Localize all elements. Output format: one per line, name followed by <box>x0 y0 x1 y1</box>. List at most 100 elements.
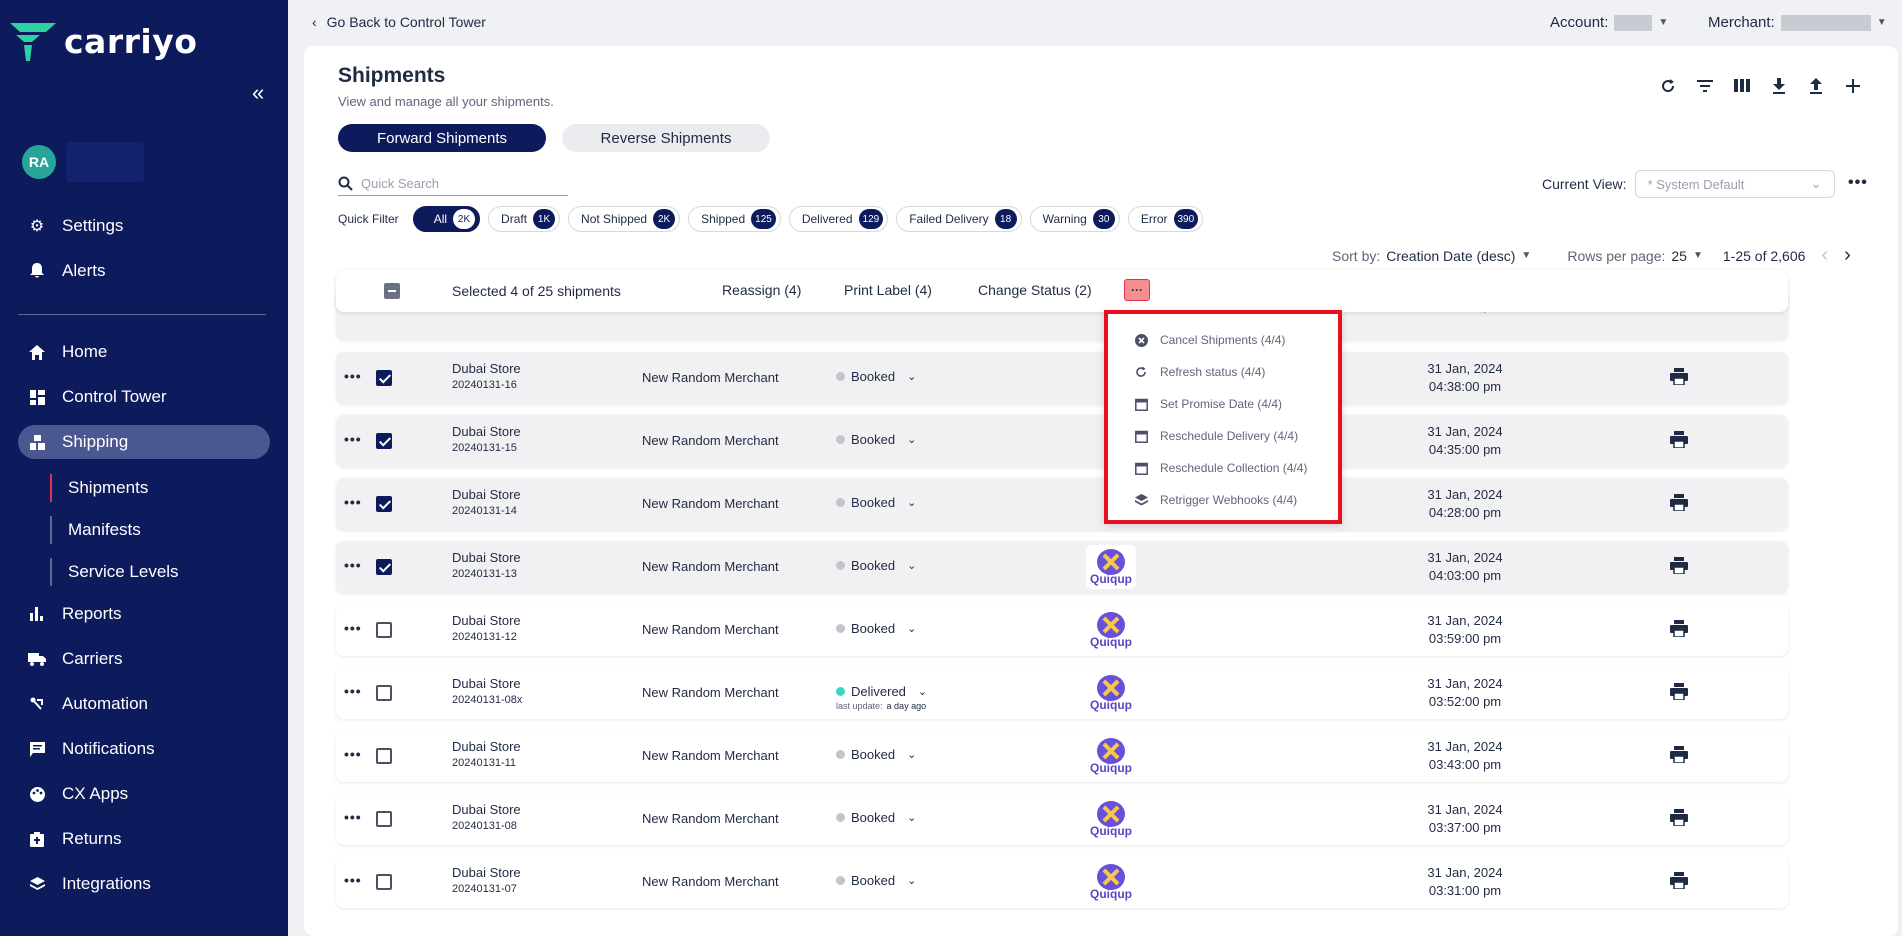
store-name[interactable]: Dubai Store <box>452 361 521 376</box>
chevron-down-icon[interactable]: ▼ <box>1693 250 1703 261</box>
row-actions-icon[interactable]: ••• <box>344 368 362 384</box>
shipment-id[interactable]: 20240131-08x <box>452 694 522 706</box>
filter-chip-warning[interactable]: Warning 30 <box>1029 206 1120 232</box>
table-row[interactable]: ••• Dubai Store 20240131-12 New Random Merc… <box>336 604 1788 656</box>
upload-icon[interactable] <box>1806 76 1825 95</box>
sidebar-item-shipping[interactable]: Shipping <box>18 425 270 459</box>
chevron-down-icon[interactable]: ▼ <box>1521 250 1531 261</box>
table-row[interactable]: ••• Dubai Store 20240131-08 New Random Merc… <box>336 793 1788 845</box>
menu-item-retrigger-webhooks[interactable]: Retrigger Webhooks (4/4) <box>1134 490 1297 510</box>
more-actions-button[interactable]: ··· <box>1124 279 1150 301</box>
table-row[interactable]: ••• Dubai Store 20240131-16 New Random Merc… <box>336 352 1788 404</box>
printer-icon[interactable] <box>1670 494 1690 514</box>
shipment-id[interactable]: 20240131-07 <box>452 883 517 895</box>
menu-item-reschedule-collection[interactable]: Reschedule Collection (4/4) <box>1134 458 1307 478</box>
store-name[interactable]: Dubai Store <box>452 550 521 565</box>
status-badge[interactable]: Booked ⌄ <box>836 621 916 636</box>
shipment-id[interactable]: 20240131-12 <box>452 631 517 643</box>
logo[interactable]: carriyo <box>10 22 197 61</box>
row-actions-icon[interactable]: ••• <box>344 872 362 888</box>
row-actions-icon[interactable]: ••• <box>344 494 362 510</box>
row-actions-icon[interactable]: ••• <box>344 620 362 636</box>
next-page-icon[interactable]: › <box>1844 244 1851 267</box>
add-icon[interactable] <box>1843 76 1862 95</box>
store-name[interactable]: Dubai Store <box>452 676 521 691</box>
store-name[interactable]: Dubai Store <box>452 802 521 817</box>
shipment-id[interactable]: 20240131-11 <box>452 757 516 769</box>
row-checkbox[interactable] <box>376 874 392 890</box>
store-name[interactable]: Dubai Store <box>452 739 521 754</box>
sidebar-item-control-tower[interactable]: Control Tower <box>18 380 270 414</box>
row-checkbox[interactable] <box>376 370 392 386</box>
status-badge[interactable]: Booked ⌄ <box>836 873 916 888</box>
status-badge[interactable]: Booked ⌄ <box>836 369 916 384</box>
filter-icon[interactable] <box>1695 76 1714 95</box>
printer-icon[interactable] <box>1670 809 1690 829</box>
sidebar-subitem-service-levels[interactable]: Service Levels <box>50 558 179 586</box>
printer-icon[interactable] <box>1670 431 1690 451</box>
printer-icon[interactable] <box>1670 683 1690 703</box>
sidebar-item-notifications[interactable]: Notifications <box>18 732 270 766</box>
refresh-icon[interactable] <box>1658 76 1677 95</box>
download-icon[interactable] <box>1769 76 1788 95</box>
shipment-id[interactable]: 20240131-16 <box>452 379 517 391</box>
row-actions-icon[interactable]: ••• <box>344 683 362 699</box>
menu-item-cancel-shipments[interactable]: Cancel Shipments (4/4) <box>1134 330 1285 350</box>
rows-per-page-select[interactable]: 25 <box>1671 248 1687 264</box>
print-label-button[interactable]: Print Label (4) <box>844 282 932 298</box>
sidebar-subitem-shipments[interactable]: Shipments <box>50 474 148 502</box>
row-actions-icon[interactable]: ••• <box>344 809 362 825</box>
store-name[interactable]: Dubai Store <box>452 424 521 439</box>
shipment-id[interactable]: 20240131-08 <box>452 820 517 832</box>
current-view-select[interactable]: * System Default ⌄ <box>1634 170 1835 198</box>
tab-forward-shipments[interactable]: Forward Shipments <box>338 124 546 152</box>
tab-reverse-shipments[interactable]: Reverse Shipments <box>562 124 770 152</box>
filter-chip-not-shipped[interactable]: Not Shipped 2K <box>568 206 681 232</box>
printer-icon[interactable] <box>1670 368 1690 388</box>
view-more-options-icon[interactable]: ••• <box>1848 174 1868 192</box>
account-selector[interactable]: Account: ▼ <box>1550 14 1668 31</box>
filter-chip-draft[interactable]: Draft 1K <box>488 206 561 232</box>
sidebar-item-home[interactable]: Home <box>18 335 270 369</box>
row-checkbox[interactable] <box>376 811 392 827</box>
merchant-selector[interactable]: Merchant: ▼ <box>1708 14 1887 31</box>
status-badge[interactable]: Booked ⌄ <box>836 747 916 762</box>
sidebar-item-carriers[interactable]: Carriers <box>18 642 270 676</box>
status-badge[interactable]: Booked ⌄ <box>836 432 916 447</box>
sidebar-item-alerts[interactable]: Alerts <box>18 254 270 288</box>
row-checkbox[interactable] <box>376 433 392 449</box>
sidebar-item-reports[interactable]: Reports <box>18 597 270 631</box>
shipment-id[interactable]: 20240131-13 <box>452 568 517 580</box>
sidebar-item-returns[interactable]: Returns <box>18 822 270 856</box>
row-actions-icon[interactable]: ••• <box>344 746 362 762</box>
sidebar-item-settings[interactable]: ⚙ Settings <box>18 209 270 243</box>
shipment-id[interactable]: 20240131-15 <box>452 442 517 454</box>
status-badge[interactable]: Delivered ⌄ <box>836 684 927 699</box>
table-row[interactable]: ••• Dubai Store 20240131-15 New Random Merc… <box>336 415 1788 467</box>
filter-chip-error[interactable]: Error 390 <box>1127 206 1204 232</box>
filter-chip-failed-delivery[interactable]: Failed Delivery 18 <box>896 206 1022 232</box>
shipment-id[interactable]: 20240131-14 <box>452 505 517 517</box>
table-row[interactable]: ••• Dubai Store 20240131-11 New Random Merc… <box>336 730 1788 782</box>
row-checkbox[interactable] <box>376 685 392 701</box>
sidebar-subitem-manifests[interactable]: Manifests <box>50 516 141 544</box>
row-actions-icon[interactable]: ••• <box>344 431 362 447</box>
row-checkbox[interactable] <box>376 559 392 575</box>
row-actions-icon[interactable]: ••• <box>344 557 362 573</box>
avatar[interactable]: RA <box>22 145 56 179</box>
status-badge[interactable]: Booked ⌄ <box>836 558 916 573</box>
menu-item-refresh-status[interactable]: Refresh status (4/4) <box>1134 362 1265 382</box>
menu-item-reschedule-delivery[interactable]: Reschedule Delivery (4/4) <box>1134 426 1298 446</box>
select-all-checkbox[interactable] <box>384 283 400 299</box>
user-profile[interactable]: RA <box>22 142 144 182</box>
table-row[interactable]: ••• Dubai Store 20240131-13 New Random Merc… <box>336 541 1788 593</box>
sort-select[interactable]: Creation Date (desc) <box>1386 248 1515 264</box>
filter-chip-all[interactable]: All 2K <box>412 206 481 232</box>
table-row[interactable]: ••• Dubai Store 20240131-14 New Random Merc… <box>336 478 1788 530</box>
printer-icon[interactable] <box>1670 872 1690 892</box>
status-badge[interactable]: Booked ⌄ <box>836 810 916 825</box>
filter-chip-delivered[interactable]: Delivered 129 <box>788 206 889 232</box>
row-checkbox[interactable] <box>376 622 392 638</box>
back-to-control-tower-link[interactable]: ‹ Go Back to Control Tower <box>312 14 486 30</box>
previous-page-icon[interactable]: ‹ <box>1821 244 1828 267</box>
